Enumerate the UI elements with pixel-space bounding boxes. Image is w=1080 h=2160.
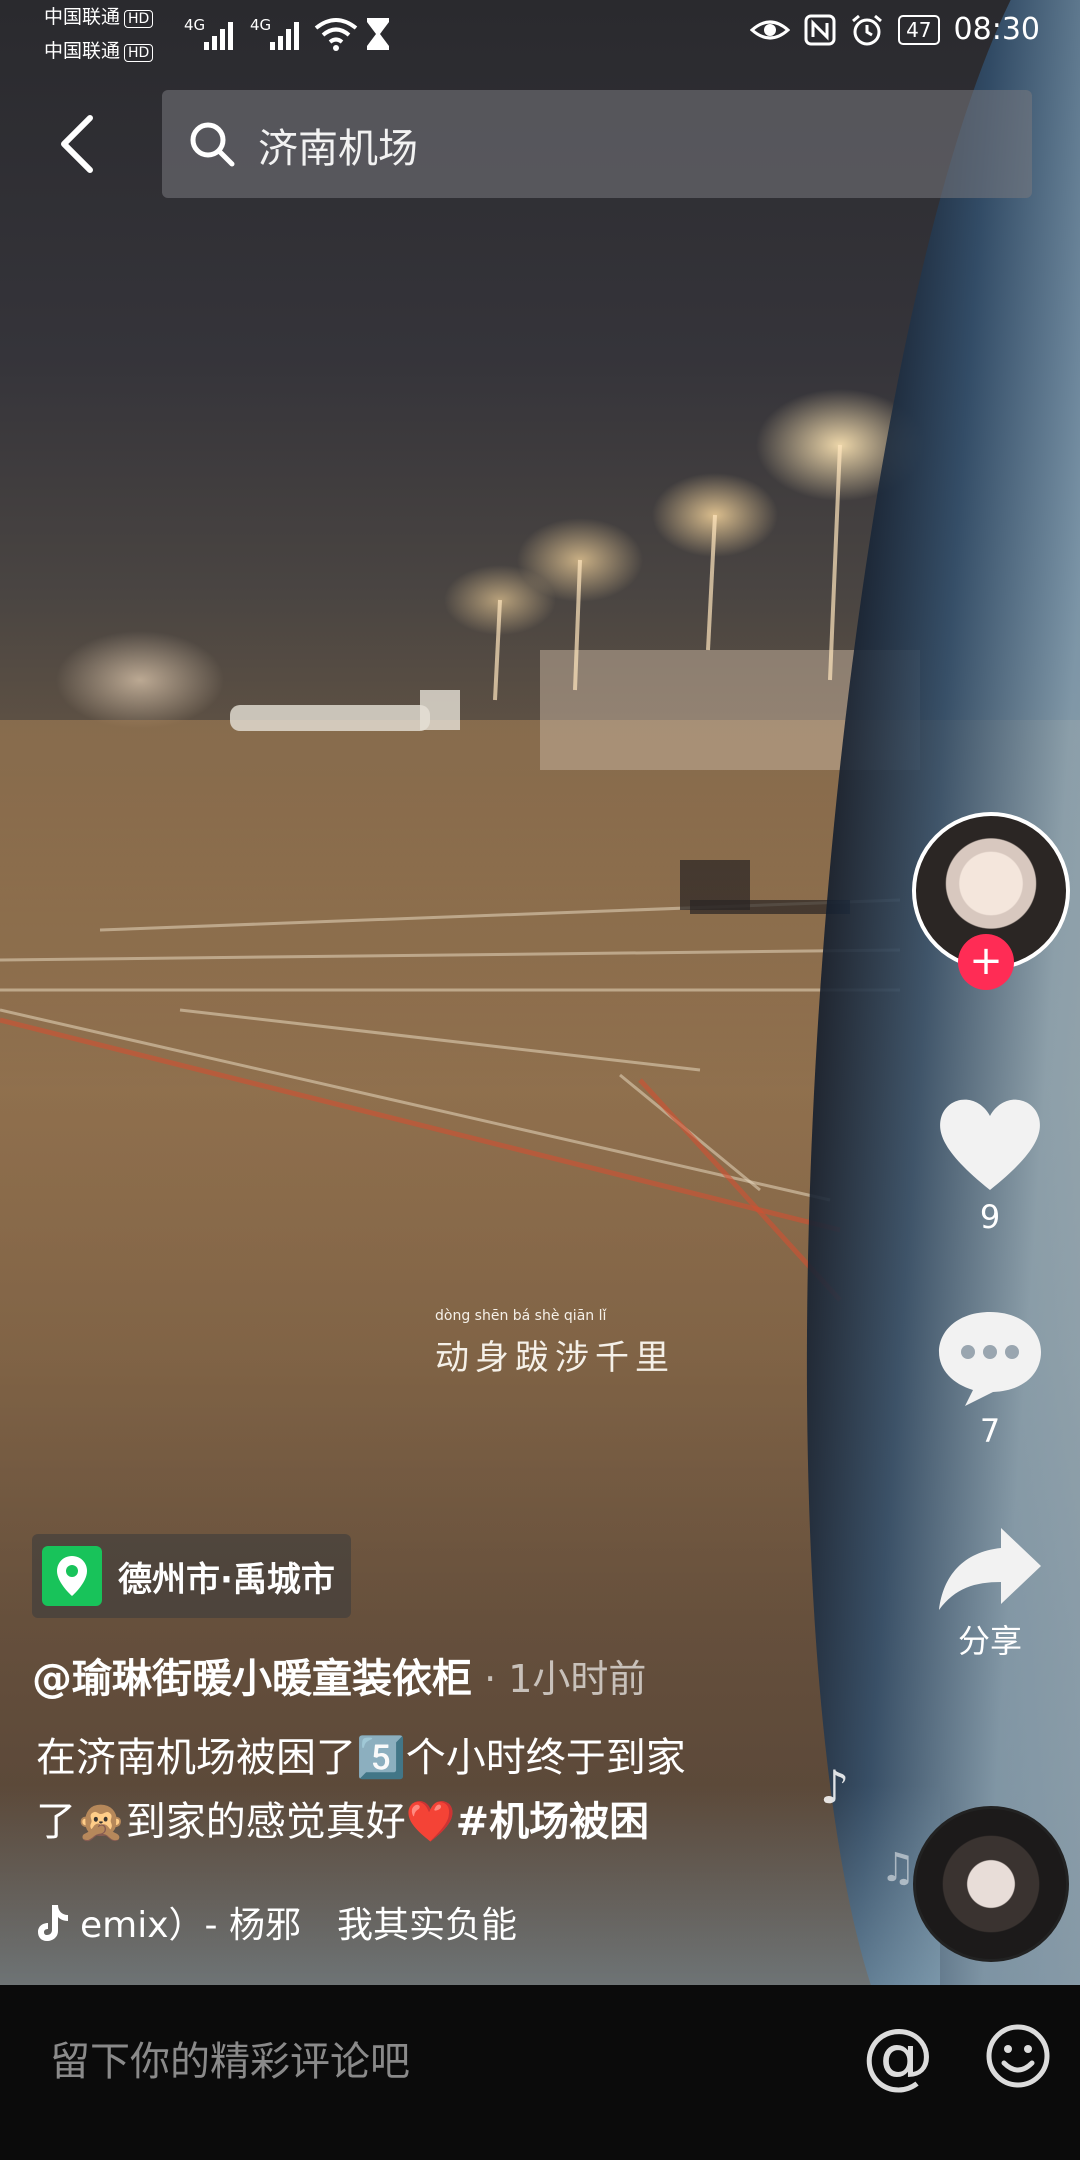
follow-button[interactable]: + (958, 934, 1014, 990)
music-disc-avatar[interactable] (913, 1806, 1069, 1962)
network-type-2: 4G (250, 16, 272, 34)
post-author-line: @瑜琳街暖小暖童装依柜 · 1小时前 (32, 1646, 646, 1704)
hashtag-link[interactable]: #机场被困 (456, 1799, 650, 1845)
like-count: 9 (979, 1198, 1001, 1236)
location-tag[interactable]: 德州市·禹城市 (32, 1534, 351, 1618)
share-label: 分享 (957, 1622, 1022, 1660)
hourglass-icon (367, 18, 389, 50)
search-icon (190, 122, 235, 167)
post-description: 在济南机场被困了5️⃣个小时终于到家 了🙊到家的感觉真好❤️#机场被困 (36, 1726, 816, 1854)
floating-music-note-icon-2: ♫ (880, 1845, 916, 1891)
signal-icon (204, 22, 233, 50)
description-line-2: 了🙊到家的感觉真好❤️#机场被困 (36, 1790, 816, 1854)
post-time: 1小时前 (508, 1657, 647, 1701)
network-type-1: 4G (184, 16, 206, 34)
clock: 08:30 (953, 12, 1040, 47)
share-arrow-icon (939, 1528, 1041, 1610)
emoji-icon[interactable] (985, 2023, 1051, 2089)
description-line-2-text: 了🙊到家的感觉真好❤️ (36, 1799, 456, 1845)
mention-at-button[interactable]: @ (862, 2015, 934, 2095)
carrier-label-1: 中国联通 HD (44, 6, 154, 28)
video-caption-overlay: dòng shēn bá shè qiān lǐ 动身跋涉千里 (435, 1308, 675, 1379)
location-pin-icon (42, 1546, 102, 1606)
location-name: 德州市·禹城市 (118, 1559, 335, 1600)
floating-music-note-icon: ♪ (820, 1760, 850, 1814)
eye-icon (750, 20, 791, 39)
signal-icon-2 (270, 22, 299, 50)
caption-text: 动身跋涉千里 (435, 1338, 675, 1378)
wifi-icon (314, 18, 358, 51)
comment-bar: 留下你的精彩评论吧 @ (0, 1985, 1080, 2160)
time-separator: · (472, 1657, 509, 1701)
search-query-text: 济南机场 (258, 126, 418, 172)
status-right-group: 47 08:30 (750, 12, 1040, 47)
caption-pinyin: dòng shēn bá shè qiān lǐ (435, 1308, 607, 1324)
search-header: 济南机场 (0, 90, 1080, 198)
description-line-1: 在济南机场被困了5️⃣个小时终于到家 (36, 1735, 686, 1781)
battery-indicator: 47 (898, 14, 940, 45)
comment-input[interactable]: 留下你的精彩评论吧 (50, 2029, 410, 2087)
nfc-icon (804, 14, 836, 45)
comment-button[interactable]: 7 (900, 1308, 1080, 1450)
like-button[interactable]: 9 (900, 1094, 1080, 1236)
share-button[interactable]: 分享 (900, 1526, 1080, 1662)
comment-bubble-icon (939, 1312, 1041, 1406)
search-input[interactable]: 济南机场 (162, 90, 1032, 198)
alarm-icon (852, 14, 883, 45)
comment-count: 7 (979, 1412, 1001, 1450)
carrier-label-2: 中国联通 HD (44, 40, 154, 62)
status-bar: 中国联通 HD 中国联通 HD 4G 4G 47 08:30 (0, 0, 1080, 70)
heart-icon (940, 1099, 1040, 1190)
back-arrow-icon[interactable] (50, 112, 110, 176)
music-title: emix）- 杨邪 我其实负能 (80, 1905, 517, 1946)
tiktok-note-icon (38, 1905, 68, 1941)
music-marquee[interactable]: emix）- 杨邪 我其实负能 (36, 1896, 576, 1946)
author-name[interactable]: @瑜琳街暖小暖童装依柜 (32, 1656, 472, 1702)
